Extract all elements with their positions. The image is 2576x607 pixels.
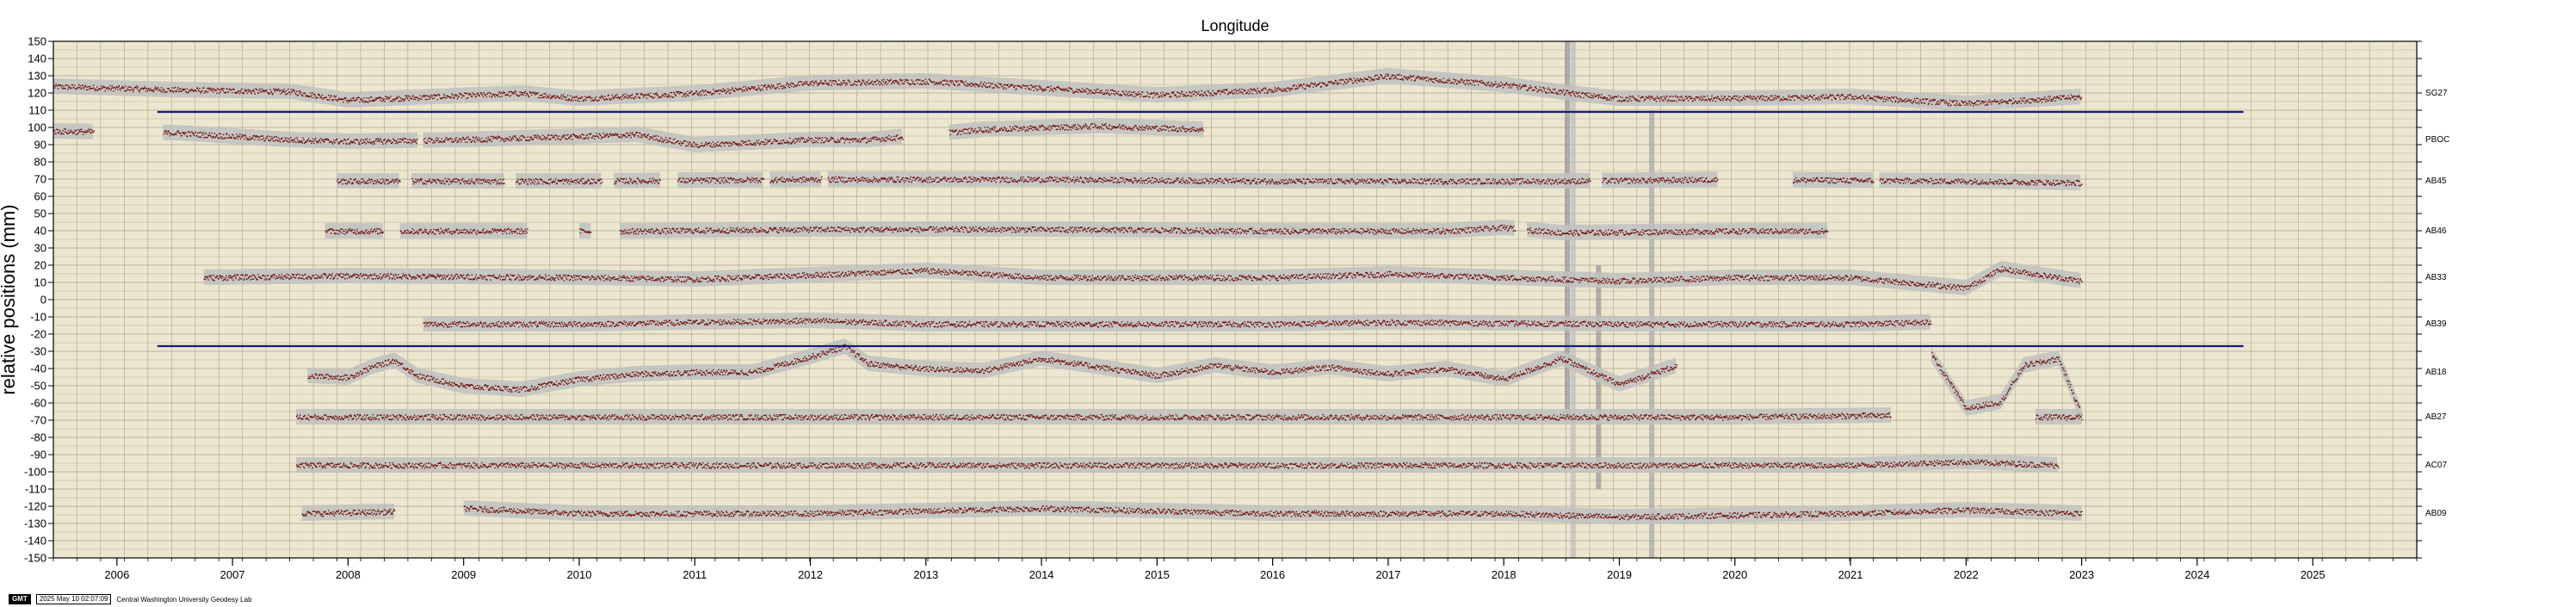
y-axis-label: relative positions (mm) [0,204,19,394]
x-tick-label: 2019 [1607,568,1632,581]
credit-text: Central Washington University Geodesy La… [116,595,252,604]
y-tick-label: -90 [30,449,46,461]
y-tick-label: -80 [30,431,46,444]
series-ab27 [296,407,2083,424]
y-tick-label: -60 [30,397,46,410]
station-label: AB18 [2425,368,2447,377]
y-tick-label: 150 [28,35,46,48]
y-tick-label: 30 [34,242,46,255]
y-tick-label: 120 [28,87,46,100]
station-label: AB27 [2425,412,2447,422]
y-tick-label: 40 [34,225,46,238]
y-tick-label: 80 [34,156,46,169]
y-tick-label: -30 [30,345,46,358]
y-tick-label: 90 [34,139,46,152]
x-tick-label: 2017 [1375,568,1400,581]
y-tick-label: -40 [30,362,46,375]
x-tick-label: 2023 [2069,568,2094,581]
x-tick-label: 2012 [798,568,823,581]
error-band [1602,171,1718,189]
error-band [399,223,528,238]
gmt-badge: GMT [9,594,31,604]
x-tick-label: 2015 [1145,568,1170,581]
station-label: SG27 [2425,89,2448,98]
x-tick-label: 2013 [913,568,938,581]
x-tick-label: 2009 [451,568,476,581]
station-label: PBOC [2425,135,2449,145]
error-band [677,171,763,189]
x-tick-label: 2022 [1954,568,1979,581]
x-tick-label: 2020 [1722,568,1747,581]
y-tick-label: 0 [40,294,46,307]
x-tick-label: 2008 [336,568,361,581]
x-tick-label: 2024 [2184,568,2209,581]
error-band [1879,172,2081,190]
station-label: AB39 [2425,319,2447,329]
y-tick-label: 60 [34,190,46,203]
y-tick-label: 70 [34,173,46,186]
error-band [614,172,660,189]
y-tick-label: 110 [28,104,46,117]
y-tick-label: -10 [30,311,46,324]
y-tick-label: 100 [28,121,46,134]
x-tick-label: 2021 [1838,568,1863,581]
y-tick-label: -20 [30,328,46,341]
x-tick-label: 2018 [1492,568,1517,581]
y-tick-label: 130 [28,70,46,83]
station-label: AB33 [2425,273,2447,282]
y-tick-label: -70 [30,414,46,427]
station-label: AC07 [2425,461,2447,470]
timestamp: 2025 May 10 02:07:09 [35,594,112,604]
y-tick-label: -100 [24,466,46,479]
x-tick-label: 2010 [567,568,592,581]
y-tick-label: 20 [34,259,46,272]
x-tick-label: 2025 [2301,568,2326,581]
station-label: AB46 [2425,226,2447,236]
grid [53,40,2418,559]
y-tick-label: -50 [30,380,46,393]
chart-title: Longitude [1201,17,1269,34]
y-tick-label: 10 [34,276,46,289]
x-tick-label: 2011 [683,568,707,581]
y-tick-label: 50 [34,207,46,220]
station-label: AB45 [2425,177,2447,186]
y-tick-label: -140 [24,535,46,548]
y-tick-label: -130 [24,517,46,530]
x-tick-label: 2016 [1260,568,1285,581]
error-band [579,223,591,238]
longitude-chart: SG27 PBOC AB45 AB46 AB33 AB39 AB18 AB27 AC07 AB09… [0,17,2449,581]
station-label: AB09 [2425,509,2447,518]
outlier-spike [1570,41,1576,558]
y-tick-label: -120 [24,500,46,513]
y-tick-label: 140 [28,53,46,65]
x-tick-label: 2006 [104,568,129,581]
y-tick-label: -110 [25,483,46,496]
y-tick-label: -150 [24,552,46,565]
footer: GMT 2025 May 10 02:07:09 Central Washing… [9,594,252,604]
series-ab45 [337,171,2083,190]
x-tick-label: 2007 [220,568,245,581]
x-tick-label: 2014 [1029,568,1054,581]
